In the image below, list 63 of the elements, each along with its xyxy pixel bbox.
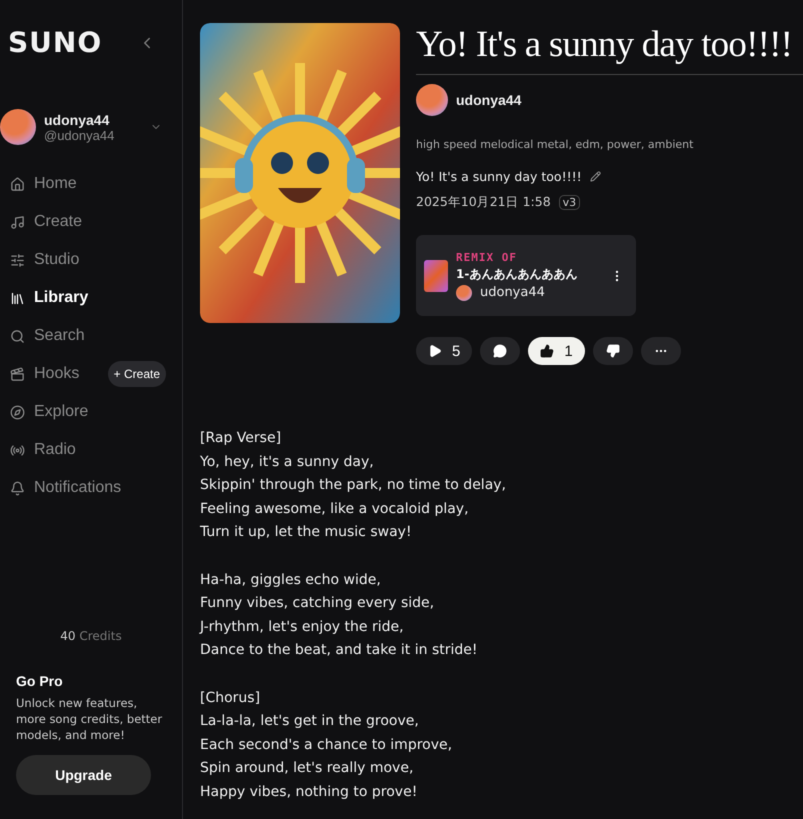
- remix-card[interactable]: REMIX OF 1-あんあんあんああん udonya44: [416, 235, 636, 316]
- explore-icon: [10, 404, 25, 420]
- song-caption: Yo! It's a sunny day too!!!!: [416, 169, 582, 184]
- lyric-line: [Rap Verse]: [200, 429, 282, 448]
- logo: SUNO: [8, 26, 102, 59]
- remix-avatar: [456, 284, 472, 300]
- like-icon: [540, 344, 554, 358]
- credits-text: 40 Credits: [59, 629, 123, 643]
- hooks-icon: [10, 366, 25, 382]
- remix-artist: udonya44: [480, 285, 545, 300]
- song-title: Yo! It's a sunny day too!!!!: [416, 23, 803, 75]
- nav-item[interactable]: Explore: [0, 393, 182, 431]
- lyric-line: [Chorus]: [200, 688, 262, 708]
- date-text: 2025年10月21日 1:58: [416, 194, 551, 211]
- play-icon: [428, 344, 442, 358]
- promo-title: Go Pro: [16, 673, 64, 689]
- like-button[interactable]: 1: [528, 337, 585, 365]
- lyric-line: Each second's a chance to improve,: [200, 736, 454, 754]
- upgrade-button[interactable]: Upgrade: [16, 755, 151, 795]
- comment-icon: [493, 344, 508, 358]
- artist-avatar: [416, 84, 448, 116]
- comment-button[interactable]: [480, 337, 520, 365]
- lyric-line: Yo, hey, it's a sunny day,: [200, 452, 375, 472]
- nav-item[interactable]: Radio: [0, 431, 182, 469]
- style-tags: high speed melodical metal, edm, power, ambient: [416, 138, 803, 151]
- radio-icon: [10, 442, 25, 458]
- version-badge: v3: [558, 195, 580, 210]
- nav-item[interactable]: Create: [0, 203, 182, 241]
- promo-text: Unlock new features, more song credits, better models, and more!: [16, 695, 164, 743]
- search-icon: [10, 328, 25, 344]
- lyric-line: Skippin' through the park, no time to delay,: [200, 476, 508, 495]
- lyric-line: Ha-ha, giggles echo wide,: [200, 570, 382, 590]
- lyric-line: Happy vibes, nothing to prove!: [200, 782, 418, 802]
- dislike-button[interactable]: [592, 337, 633, 365]
- nav-item[interactable]: Home: [0, 165, 182, 203]
- lyric-line: Funny vibes, catching every side,: [200, 594, 436, 613]
- play-button[interactable]: 5: [416, 337, 472, 365]
- remix-title: 1-あんあんあんああん: [456, 266, 578, 282]
- nav-item[interactable]: Studio: [0, 241, 182, 279]
- nav-item[interactable]: Hooks + Create: [0, 355, 182, 393]
- remix-label: REMIX OF: [456, 250, 518, 264]
- home-icon: [10, 176, 25, 192]
- library-icon: [10, 290, 25, 306]
- lyric-line: Dance to the beat, and take it in stride!: [200, 641, 479, 660]
- dislike-icon: [606, 344, 620, 358]
- remix-thumbnail: [424, 260, 448, 292]
- avatar: [0, 109, 36, 145]
- lyric-line: J-rhythm, let's enjoy the ride,: [200, 618, 405, 636]
- nav-item[interactable]: Library: [0, 279, 182, 317]
- lyric-line: Feeling awesome, like a vocaloid play,: [200, 500, 470, 518]
- lyric-line: La-la-la, let's get in the groove,: [200, 712, 420, 731]
- create-icon: [10, 214, 25, 230]
- user-name: udonya44: [44, 112, 110, 128]
- lyric-line: Spin around, let's really move,: [200, 759, 414, 778]
- create-chip[interactable]: + Create: [108, 361, 166, 387]
- edit-icon[interactable]: [590, 171, 601, 182]
- lyric-line: Turn it up, let the music sway!: [200, 523, 413, 542]
- studio-icon: [10, 252, 25, 268]
- nav-item[interactable]: Notifications: [0, 469, 182, 507]
- artist-link[interactable]: udonya44: [456, 92, 522, 108]
- user-handle: @udonya44: [44, 128, 116, 142]
- nav-item[interactable]: Search: [0, 317, 182, 355]
- bell-icon: [10, 480, 25, 496]
